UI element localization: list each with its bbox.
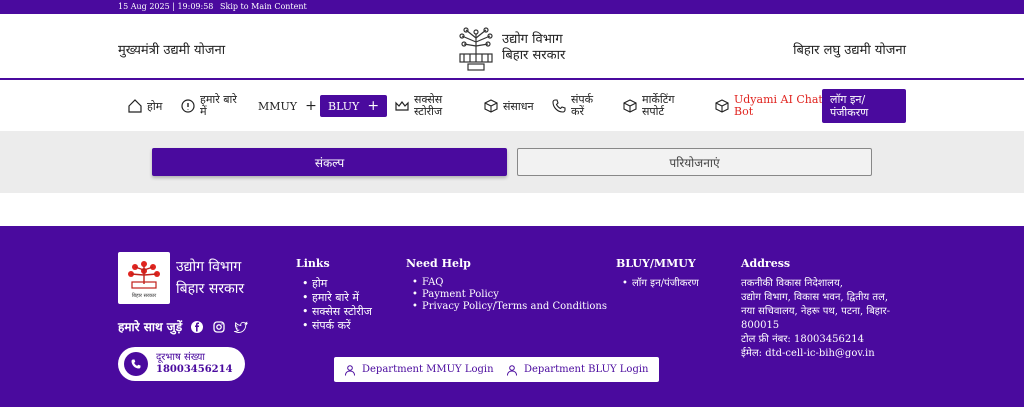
nav-about[interactable]: हमारे बारे में [180, 82, 237, 130]
header-dept-line1: उद्योग विभाग [502, 32, 563, 47]
address-line: नया सचिवालय, नेहरू पथ, पटना, बिहार- [741, 306, 891, 317]
footer-link-success[interactable]: सक्सेस स्टोरीज [296, 305, 372, 319]
footer-link-about[interactable]: हमारे बारे में [296, 291, 372, 305]
tab-sankalp[interactable]: संकल्प [152, 148, 507, 176]
crown-icon [395, 101, 409, 111]
plus-icon: + [367, 98, 380, 114]
datetime: 15 Aug 2025 | 19:09:58 [118, 2, 214, 11]
helpline-text: दूरभाष संख्या 18003456214 [156, 352, 233, 376]
nav-contact-line2: करें [571, 105, 584, 118]
nav-contact[interactable]: संपर्क करें [551, 82, 593, 130]
info-icon [181, 99, 195, 113]
user-icon [345, 364, 355, 376]
cube-icon [623, 99, 637, 113]
footer-dept-line2: बिहार सरकार [176, 281, 245, 297]
nav-home[interactable]: होम [127, 82, 162, 130]
login-line2: पंजीकरण [830, 106, 869, 119]
nav-contact-label: संपर्क करें [571, 94, 593, 118]
footer-help-column: Need Help FAQ Payment Policy Privacy Pol… [406, 257, 607, 313]
nav-mmuy-label: MMUY [258, 99, 298, 113]
footer-link-login[interactable]: लॉग इन/पंजीकरण [616, 277, 699, 291]
main-nav: होम हमारे बारे में MMUY + BLUY + सक्सेस … [0, 82, 1024, 130]
tab-projects[interactable]: परियोजनाएं [517, 148, 872, 176]
department-mmuy-login-label: Department MMUY Login [362, 364, 494, 375]
helpline-number: 18003456214 [156, 364, 233, 375]
department-bluy-login-label: Department BLUY Login [524, 364, 649, 375]
nav-marketing-line2: सपोर्ट [642, 105, 665, 118]
skip-to-content-link[interactable]: Skip to Main Content [220, 2, 307, 11]
nav-ai-line2: Bot [734, 105, 754, 118]
nav-ai-label: Udyami AI Chat Bot [734, 94, 823, 118]
footer-link-faq[interactable]: FAQ [406, 277, 607, 289]
login-label: लॉग इन/ पंजीकरण [830, 93, 868, 119]
nav-marketing-support[interactable]: मार्केटिंग सपोर्ट [622, 82, 674, 130]
footer-links-column: Links होम हमारे बारे में सक्सेस स्टोरीज … [296, 257, 372, 333]
site-header: मुख्यमंत्री उद्यमी योजना उद्योग विभाग बि… [0, 14, 1024, 80]
contact-email: ईमेल: dtd-cell-ic-bih@gov.in [741, 348, 875, 359]
footer-link-home[interactable]: होम [296, 277, 372, 291]
footer-bluy-title: BLUY/MMUY [616, 257, 696, 270]
nav-resources[interactable]: संसाधन [483, 82, 534, 130]
nav-home-label: होम [147, 99, 163, 113]
nav-resources-label: संसाधन [503, 99, 534, 113]
login-line1: लॉग इन/ [830, 93, 866, 106]
plus-icon: + [305, 98, 317, 114]
helpline-pill[interactable]: दूरभाष संख्या 18003456214 [118, 347, 245, 381]
site-footer: बिहार सरकार उद्योग विभाग बिहार सरकार हमा… [0, 226, 1024, 407]
nav-marketing-label: मार्केटिंग सपोर्ट [642, 94, 674, 118]
nav-success-line2: स्टोरीज [414, 105, 443, 118]
home-icon [128, 99, 142, 113]
cube-icon [484, 99, 498, 113]
twitter-icon[interactable] [234, 320, 249, 334]
footer-bluy-column: BLUY/MMUY लॉग इन/पंजीकरण [616, 257, 699, 291]
nav-ai-chatbot[interactable]: Udyami AI Chat Bot [714, 82, 823, 130]
bihar-emblem-icon: बिहार सरकार [122, 256, 166, 300]
user-icon [507, 364, 517, 376]
nav-bluy[interactable]: BLUY + [320, 95, 388, 117]
footer-logo-caption: बिहार सरकार [132, 292, 157, 299]
tollfree-number: टोल फ्री नंबर: 18003456214 [741, 334, 864, 345]
header-dept-name: उद्योग विभाग बिहार सरकार [502, 32, 565, 64]
nav-bluy-label: BLUY [328, 99, 360, 113]
address-line: 800015 [741, 320, 780, 331]
header-dept-line2: बिहार सरकार [502, 48, 566, 63]
phone-icon [552, 99, 566, 113]
footer-link-contact[interactable]: संपर्क करें [296, 319, 372, 333]
address-line: उद्योग विभाग, विकास भवन, द्वितीय तल, [741, 292, 889, 303]
footer-address: Address तकनीकी विकास निदेशालय, उद्योग वि… [741, 257, 913, 361]
footer-help-title: Need Help [406, 257, 471, 270]
top-bar: 15 Aug 2025 | 19:09:58 Skip to Main Cont… [0, 0, 1024, 14]
department-mmuy-login-button[interactable]: Department MMUY Login [334, 357, 504, 382]
nav-about-line2: में [200, 105, 207, 118]
helpline-label: दूरभाष संख्या [156, 352, 205, 363]
footer-links-title: Links [296, 257, 330, 270]
nav-success-stories[interactable]: सक्सेस स्टोरीज [394, 82, 442, 130]
nav-success-label: सक्सेस स्टोरीज [414, 94, 442, 118]
footer-dept-name: उद्योग विभाग बिहार सरकार [176, 256, 244, 300]
footer-dept-line1: उद्योग विभाग [176, 259, 242, 275]
footer-logo: बिहार सरकार [118, 252, 170, 304]
login-register-button[interactable]: लॉग इन/ पंजीकरण [822, 89, 906, 123]
footer-link-privacy-terms[interactable]: Privacy Policy/Terms and Conditions [406, 301, 607, 313]
nav-about-label: हमारे बारे में [200, 94, 237, 118]
join-us-label: हमारे साथ जुड़ें [118, 320, 183, 334]
bluy-scheme-title[interactable]: बिहार लघु उद्यमी योजना [793, 40, 906, 58]
instagram-icon[interactable] [212, 320, 226, 334]
footer-address-title: Address [741, 257, 791, 270]
nav-mmuy[interactable]: MMUY + [258, 82, 317, 130]
department-bluy-login-button[interactable]: Department BLUY Login [496, 357, 659, 382]
phone-icon [124, 352, 148, 376]
address-line: तकनीकी विकास निदेशालय, [741, 278, 843, 289]
bihar-emblem-icon[interactable] [456, 24, 496, 72]
footer-link-payment-policy[interactable]: Payment Policy [406, 289, 607, 301]
cube-icon [715, 99, 729, 113]
tabs-band: संकल्प परियोजनाएं [0, 131, 1024, 193]
join-us: हमारे साथ जुड़ें [118, 318, 249, 335]
mmuy-scheme-title[interactable]: मुख्यमंत्री उद्यमी योजना [118, 40, 225, 58]
facebook-icon[interactable] [190, 320, 204, 334]
